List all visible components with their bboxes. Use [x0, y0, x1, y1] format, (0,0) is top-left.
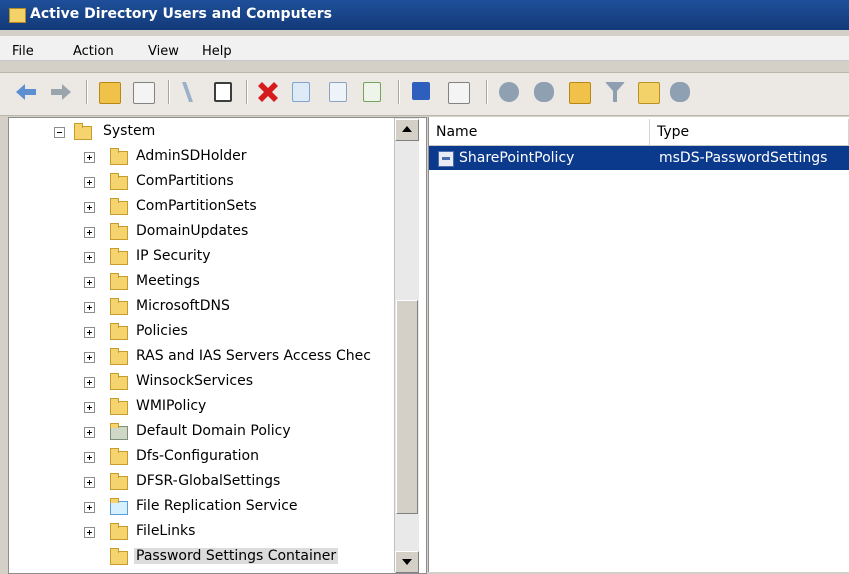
- folder-icon: [110, 198, 128, 215]
- tree-label: AdminSDHolder: [136, 148, 247, 164]
- folder-icon: [110, 323, 128, 340]
- tree-label: WMIPolicy: [136, 398, 207, 414]
- scroll-down-button[interactable]: [395, 551, 419, 573]
- column-name[interactable]: Name: [429, 119, 650, 145]
- tree-label: DFSR-GlobalSettings: [136, 473, 281, 489]
- tree-label: Policies: [136, 323, 188, 339]
- folder-icon: [110, 248, 128, 265]
- row-type: msDS-PasswordSettings: [659, 150, 828, 166]
- folder-icon: [110, 398, 128, 415]
- replication-icon: [110, 498, 128, 515]
- folder-icon: [110, 148, 128, 165]
- expand-icon[interactable]: [84, 527, 95, 538]
- up-folder-icon[interactable]: [99, 82, 121, 104]
- row-name: SharePointPolicy: [459, 150, 575, 166]
- expand-icon[interactable]: [84, 277, 95, 288]
- list-row-selected[interactable]: SharePointPolicy msDS-PasswordSettings: [429, 146, 849, 170]
- expand-icon[interactable]: [84, 227, 95, 238]
- expand-icon[interactable]: [84, 452, 95, 463]
- window-title: Active Directory Users and Computers: [30, 6, 332, 22]
- tree-label: Default Domain Policy: [136, 423, 291, 439]
- results-pane[interactable]: [428, 117, 849, 572]
- folder-icon: [110, 223, 128, 240]
- expand-icon[interactable]: [84, 402, 95, 413]
- expand-icon[interactable]: [84, 152, 95, 163]
- tree-label: System: [103, 123, 156, 139]
- tree-label: ComPartitionSets: [136, 198, 257, 214]
- export-list-icon[interactable]: [363, 82, 381, 102]
- folder-icon: [110, 473, 128, 490]
- users-icon[interactable]: [499, 82, 519, 102]
- policy-icon: [110, 423, 128, 440]
- tree-label: RAS and IAS Servers Access Chec: [136, 348, 371, 364]
- folder-icon: [74, 123, 92, 140]
- copy-icon[interactable]: [214, 82, 232, 102]
- folder-icon: [110, 548, 128, 565]
- expand-icon[interactable]: [84, 177, 95, 188]
- tree-label: MicrosoftDNS: [136, 298, 230, 314]
- expand-icon[interactable]: [84, 377, 95, 388]
- tree-label: FileLinks: [136, 523, 196, 539]
- folder-icon: [110, 298, 128, 315]
- expand-icon[interactable]: [84, 477, 95, 488]
- expand-icon[interactable]: [84, 302, 95, 313]
- group-icon[interactable]: [534, 82, 554, 102]
- menu-bar: [0, 36, 849, 61]
- tree-scrollbar[interactable]: [394, 118, 419, 573]
- scroll-up-button[interactable]: [395, 119, 419, 141]
- expand-icon[interactable]: [84, 202, 95, 213]
- collapse-icon[interactable]: [54, 127, 65, 138]
- tree-label: Password Settings Container: [134, 548, 339, 564]
- folder-icon: [110, 373, 128, 390]
- expand-icon[interactable]: [84, 502, 95, 513]
- tree-label: ComPartitions: [136, 173, 234, 189]
- tree-label: File Replication Service: [136, 498, 298, 514]
- scroll-thumb[interactable]: [396, 300, 418, 514]
- help-icon[interactable]: [412, 82, 430, 100]
- tree-label: WinsockServices: [136, 373, 253, 389]
- column-type[interactable]: Type: [650, 119, 849, 145]
- properties-icon[interactable]: [292, 82, 310, 102]
- tree-label: Meetings: [136, 273, 200, 289]
- console-tree-icon[interactable]: [448, 82, 470, 104]
- title-bar: Active Directory Users and Computers: [0, 0, 849, 30]
- tree-label: Dfs-Configuration: [136, 448, 259, 464]
- expand-icon[interactable]: [84, 327, 95, 338]
- folder-icon: [110, 348, 128, 365]
- menu-action[interactable]: Action: [73, 44, 114, 59]
- expand-icon[interactable]: [84, 352, 95, 363]
- folder-icon: [110, 173, 128, 190]
- expand-icon[interactable]: [84, 252, 95, 263]
- folder-icon: [110, 273, 128, 290]
- find-icon[interactable]: [638, 82, 660, 104]
- folder-icon: [9, 8, 26, 23]
- password-settings-icon: [438, 151, 454, 167]
- menu-help[interactable]: Help: [202, 44, 232, 59]
- menu-view[interactable]: View: [148, 44, 179, 59]
- tree-label: DomainUpdates: [136, 223, 249, 239]
- ou-icon[interactable]: [569, 82, 591, 104]
- folder-icon: [110, 448, 128, 465]
- list-header: Name Type: [429, 119, 849, 146]
- folder-icon: [110, 523, 128, 540]
- refresh-icon[interactable]: [329, 82, 347, 102]
- expand-icon[interactable]: [84, 427, 95, 438]
- add-to-group-icon[interactable]: [670, 82, 690, 102]
- show-console-tree-icon[interactable]: [133, 82, 155, 104]
- tree-label: IP Security: [136, 248, 211, 264]
- menu-file[interactable]: File: [12, 44, 34, 59]
